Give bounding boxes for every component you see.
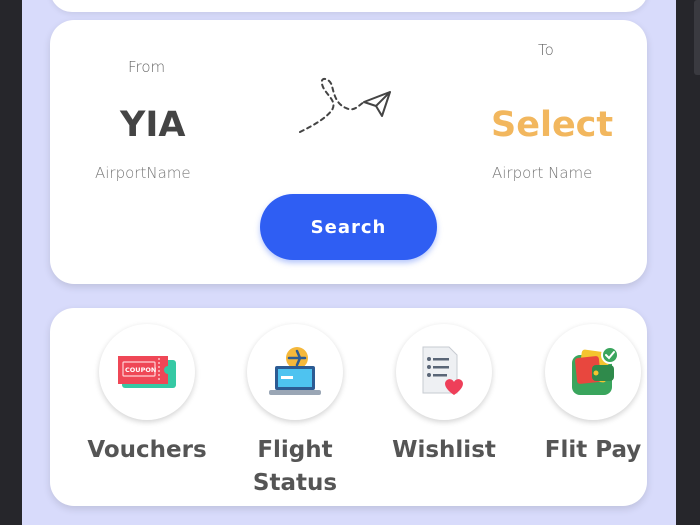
services-card: COUPON Vouchers Flight Status Wishlist F… (50, 308, 647, 506)
coupon-ticket-icon: COUPON (118, 356, 176, 388)
svg-text:COUPON: COUPON (125, 366, 156, 374)
service-flit-pay[interactable]: Flit Pay (518, 324, 668, 467)
app-screen: From YIA AirportName To Select Airport N… (22, 0, 676, 525)
service-icon-circle (545, 324, 641, 420)
service-wishlist[interactable]: Wishlist (369, 324, 519, 467)
service-icon-circle (396, 324, 492, 420)
from-label: From (128, 58, 166, 76)
service-icon-circle: COUPON (99, 324, 195, 420)
top-card (50, 0, 648, 12)
from-airport-code[interactable]: YIA (120, 105, 185, 145)
service-label-line: Flight Status (252, 437, 338, 496)
service-label: Flight Status (253, 434, 337, 500)
wallet-icon (572, 346, 619, 395)
service-label: Wishlist (392, 437, 496, 463)
to-airport-select[interactable]: Select (491, 105, 613, 145)
from-airport-name: AirportName (95, 164, 191, 182)
phone-bezel-right (676, 0, 700, 525)
to-label: To (538, 41, 554, 59)
flight-status-laptop-icon (269, 347, 321, 395)
phone-side-button (694, 0, 700, 75)
paper-plane-icon (299, 78, 391, 133)
to-airport-name: Airport Name (492, 164, 593, 182)
service-flight-status[interactable]: Flight Status (220, 324, 370, 500)
service-label: Flit Pay (544, 437, 642, 463)
service-label: Vouchers (87, 437, 207, 463)
service-icon-circle (247, 324, 343, 420)
phone-bezel-left (0, 0, 22, 525)
wishlist-list-heart-icon (422, 346, 463, 395)
flight-search-card: From YIA AirportName To Select Airport N… (50, 20, 647, 284)
service-vouchers[interactable]: COUPON Vouchers (72, 324, 222, 467)
search-button[interactable]: Search (260, 194, 437, 260)
